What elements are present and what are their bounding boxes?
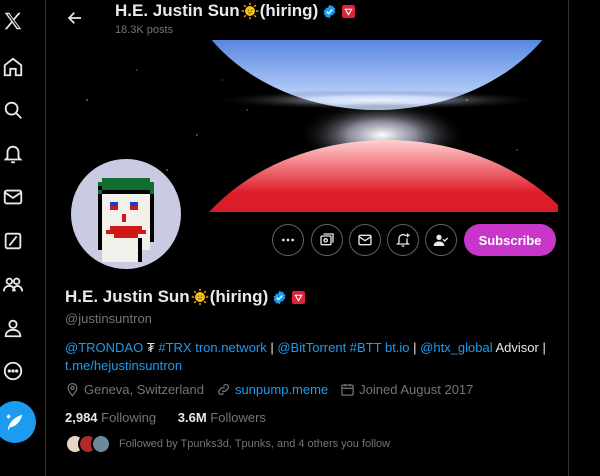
join-date: Joined August 2017 [340, 382, 473, 397]
follow-stats: 2,984 Following 3.6M Followers [65, 410, 266, 425]
profile-icon[interactable] [0, 315, 26, 341]
profile-name: H.E. Justin Sun (hiring) [65, 286, 306, 308]
bio-link-bittorrent[interactable]: @BitTorrent #BTT bt.io [277, 340, 409, 355]
subscribe-button[interactable]: Subscribe [464, 224, 556, 256]
notify-button[interactable] [387, 224, 419, 256]
following-label: Following [101, 410, 157, 425]
location: Geneva, Switzerland [65, 382, 204, 397]
bio-separator: | [266, 340, 278, 355]
followed-by[interactable]: Followed by Tpunks3d, Tpunks, and 4 othe… [65, 434, 390, 454]
join-date-text: Joined August 2017 [359, 382, 474, 397]
affiliate-badge-icon [342, 4, 356, 18]
bio-separator: | [409, 340, 421, 355]
profile-name-start: H.E. Justin Sun [65, 287, 190, 306]
notify-icon [396, 233, 410, 247]
bio-link-trx[interactable]: #TRX tron.network [158, 340, 266, 355]
more-icon[interactable] [0, 358, 26, 384]
follow-icon [433, 234, 449, 246]
sun-emoji-icon [241, 2, 258, 20]
bio-symbol: ₮ [143, 340, 159, 355]
grok-icon[interactable] [0, 228, 26, 254]
more-options-icon [282, 238, 294, 242]
website-link[interactable]: sunpump.meme [235, 382, 328, 397]
verified-badge-icon [323, 4, 336, 18]
profile-bio: @TRONDAO ₮ #TRX tron.network | @BitTorre… [65, 339, 555, 375]
bio-text-advisor: Advisor | [492, 340, 546, 355]
profile-handle: @justinsuntron [65, 311, 152, 326]
followers-count: 3.6M [177, 410, 207, 425]
affiliate-badge-icon[interactable] [292, 290, 306, 304]
followers-label: Followers [210, 410, 266, 425]
messages-icon[interactable] [0, 184, 26, 210]
header-name-end: (hiring) [259, 1, 319, 20]
notifications-icon[interactable] [0, 141, 26, 167]
location-icon [67, 382, 78, 397]
website: sunpump.meme [216, 382, 328, 397]
verified-badge-icon [273, 290, 286, 304]
followers-link[interactable]: 3.6M Followers [178, 410, 266, 425]
follower-avatar [91, 434, 111, 454]
link-icon [217, 384, 229, 395]
avatar[interactable] [67, 155, 185, 273]
x-logo-icon[interactable] [0, 8, 26, 34]
followed-by-text: Followed by Tpunks3d, Tpunks, and 4 othe… [119, 438, 391, 450]
back-button[interactable] [63, 6, 87, 30]
sun-emoji-icon [191, 288, 208, 306]
post-count: 18.3K posts [115, 24, 174, 36]
follow-button[interactable] [425, 224, 457, 256]
profile-name-end: (hiring) [209, 287, 269, 306]
grok-button[interactable] [311, 224, 343, 256]
communities-icon[interactable] [0, 272, 26, 298]
search-icon[interactable] [0, 97, 26, 123]
profile-meta: Geneva, Switzerland sunpump.meme Joined … [65, 382, 485, 397]
calendar-icon [341, 383, 354, 396]
message-icon [358, 234, 372, 246]
bio-link-trondao[interactable]: @TRONDAO [65, 340, 143, 355]
bio-link-telegram[interactable]: t.me/hejustinsuntron [65, 358, 182, 373]
bio-link-htx[interactable]: @htx_global [420, 340, 492, 355]
left-nav [0, 0, 46, 476]
right-panel-edge [568, 0, 600, 476]
compose-button[interactable] [0, 401, 36, 443]
home-icon[interactable] [0, 54, 26, 80]
header-title: H.E. Justin Sun (hiring) [115, 0, 356, 22]
compose-icon [6, 414, 23, 431]
arrow-left-icon [67, 12, 81, 24]
location-text: Geneva, Switzerland [84, 382, 204, 397]
avatar-image [78, 166, 174, 262]
following-count: 2,984 [65, 410, 98, 425]
header-name-start: H.E. Justin Sun [115, 1, 240, 20]
following-link[interactable]: 2,984 Following [65, 410, 156, 425]
message-button[interactable] [349, 224, 381, 256]
more-options-button[interactable] [272, 224, 304, 256]
grok-icon [320, 233, 334, 246]
